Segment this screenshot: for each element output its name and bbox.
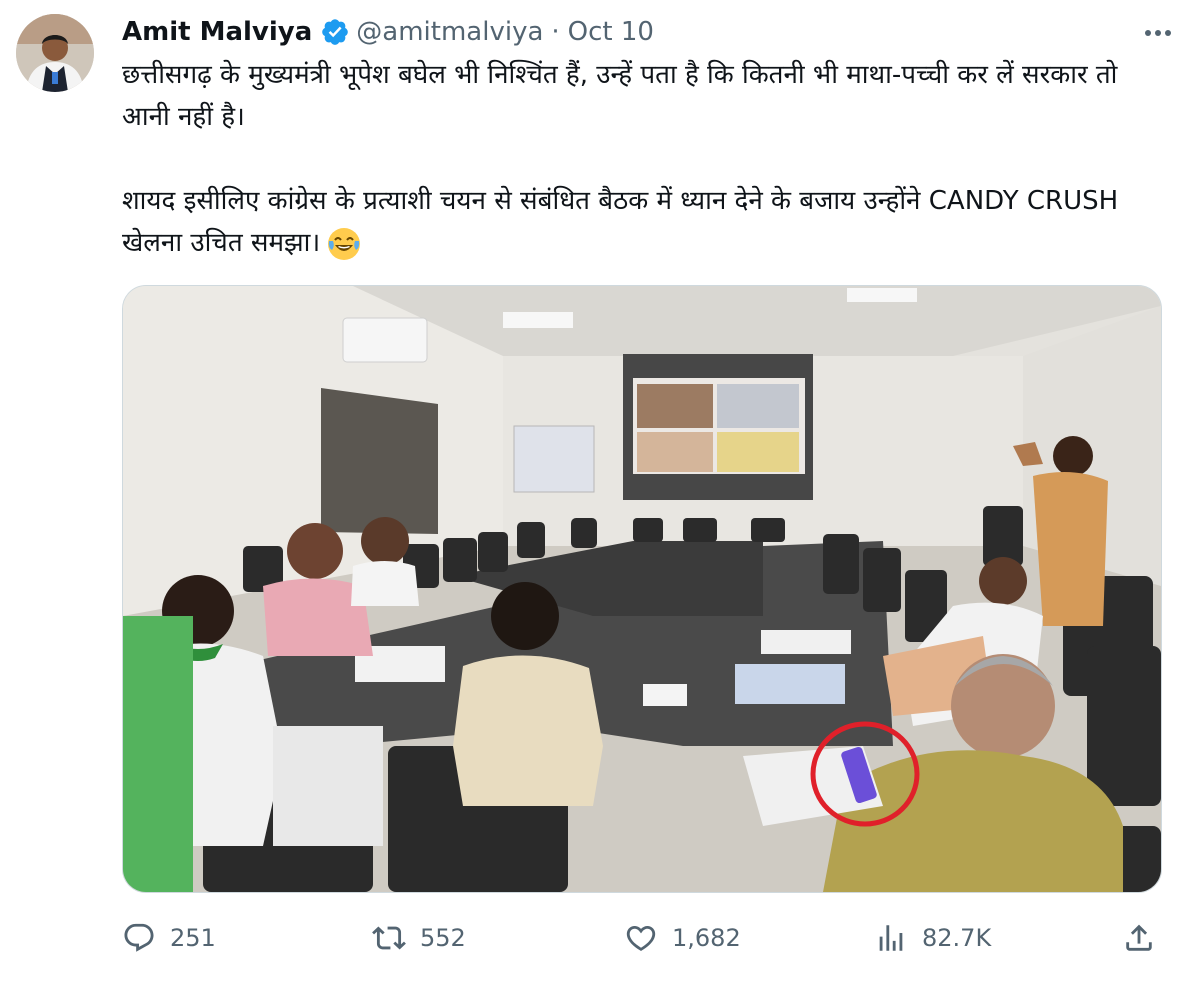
verified-badge-icon: [320, 17, 350, 47]
tweet-header: Amit Malviya @amitmalviya · Oct 10: [122, 14, 654, 50]
more-icon[interactable]: [1138, 18, 1178, 48]
reply-button[interactable]: 251: [122, 915, 216, 961]
tweet: Amit Malviya @amitmalviya · Oct 10 छत्ती…: [0, 0, 1200, 988]
tweet-photo[interactable]: [122, 285, 1162, 893]
tweet-paragraph-1: छत्तीसगढ़ के मुख्यमंत्री भूपेश बघेल भी न…: [122, 60, 1118, 132]
like-button[interactable]: 1,682: [624, 915, 741, 961]
laughing-emoji-icon: [326, 226, 362, 262]
views-icon: [879, 925, 903, 951]
action-bar: 251 552 1,682 82.7K: [122, 915, 1167, 961]
header-separator: ·: [551, 17, 560, 47]
tweet-paragraph-2: शायद इसीलिए कांग्रेस के प्रत्याशी चयन से…: [122, 180, 1172, 264]
views-count: 82.7K: [922, 924, 992, 952]
share-icon: [1126, 924, 1152, 951]
tweet-paragraph-2-text: शायद इसीलिए कांग्रेस के प्रत्याशी चयन से…: [122, 186, 1119, 258]
author-handle[interactable]: @amitmalviya: [356, 17, 543, 47]
like-count: 1,682: [672, 924, 741, 952]
views-button[interactable]: 82.7K: [874, 915, 991, 961]
retweet-count: 552: [420, 924, 466, 952]
like-icon: [626, 925, 656, 951]
tweet-date[interactable]: Oct 10: [568, 17, 654, 47]
share-button[interactable]: [1122, 915, 1170, 961]
reply-icon: [124, 923, 154, 952]
retweet-icon: [372, 926, 406, 950]
tweet-text: छत्तीसगढ़ के मुख्यमंत्री भूपेश बघेल भी न…: [122, 54, 1172, 264]
author-name[interactable]: Amit Malviya: [122, 17, 312, 47]
retweet-button[interactable]: 552: [372, 915, 466, 961]
reply-count: 251: [170, 924, 216, 952]
avatar[interactable]: [16, 14, 94, 92]
